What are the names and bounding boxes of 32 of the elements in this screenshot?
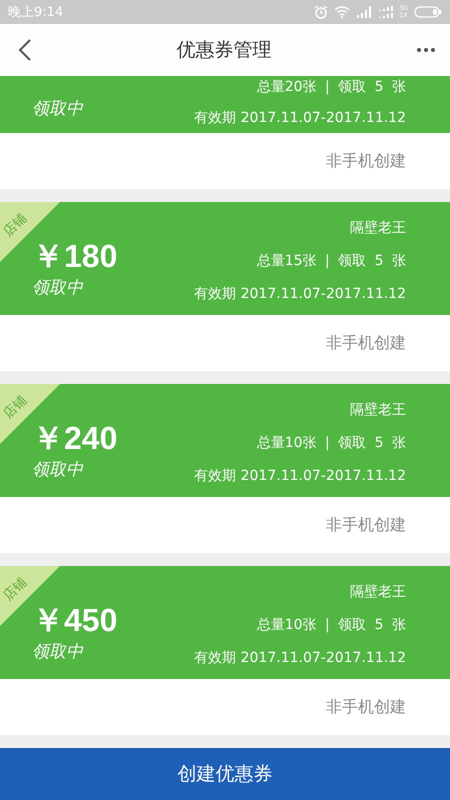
- quantity-info: 总量20张 | 领取 5 张: [256, 78, 406, 97]
- origin-label: 非手机创建: [326, 150, 406, 172]
- validity-period: 有效期 2017.11.07-2017.11.12: [194, 467, 406, 486]
- quantity-info: 总量15张 | 领取 5 张: [256, 252, 406, 271]
- more-icon[interactable]: [416, 46, 436, 53]
- battery-icon: [414, 6, 442, 18]
- origin-label: 非手机创建: [326, 696, 406, 718]
- shop-name: 隔壁老王: [350, 583, 406, 602]
- create-coupon-button[interactable]: 创建优惠券: [0, 748, 450, 800]
- coupon-card[interactable]: 店铺 ￥450 领取中 隔壁老王 总量10张 | 领取 5 张 有效期 2017.11.07-2017.11.12: [0, 566, 450, 679]
- signal-icon: [378, 6, 394, 18]
- validity-period: 有效期 2017.11.07-2017.11.12: [194, 649, 406, 668]
- validity-period: 有效期 2017.11.07-2017.11.12: [194, 285, 406, 304]
- origin-label: 非手机创建: [326, 514, 406, 536]
- coupon-status: 领取中: [32, 460, 84, 480]
- coupon-status: 领取中: [32, 642, 84, 662]
- alarm-icon: [314, 4, 328, 19]
- coupon-card[interactable]: 店铺 ￥180 领取中 隔壁老王 总量15张 | 领取 5 张 有效期 2017.11.07-2017.11.12: [0, 202, 450, 315]
- coupon-status: 领取中: [32, 99, 83, 119]
- page-title: 优惠券管理: [176, 38, 272, 63]
- shop-name: 隔壁老王: [350, 219, 406, 238]
- quantity-info: 总量10张 | 领取 5 张: [256, 434, 406, 453]
- quantity-info: 总量10张 | 领取 5 张: [256, 616, 406, 635]
- origin-label: 非手机创建: [326, 332, 406, 354]
- coupon-card[interactable]: 店铺 ￥240 领取中 隔壁老王 总量10张 | 领取 5 张 有效期 2017.11.07-2017.11.12: [0, 384, 450, 497]
- coupon-status: 领取中: [32, 278, 84, 298]
- signal-icon: [356, 6, 372, 18]
- back-icon[interactable]: [18, 38, 32, 62]
- validity-period: 有效期 2017.11.07-2017.11.12: [194, 109, 406, 128]
- wifi-icon: [334, 6, 350, 18]
- shop-name: 隔壁老王: [350, 401, 406, 420]
- coupon-card[interactable]: 领取中 总量20张 | 领取 5 张 有效期 2017.11.07-2017.11.12: [0, 76, 450, 133]
